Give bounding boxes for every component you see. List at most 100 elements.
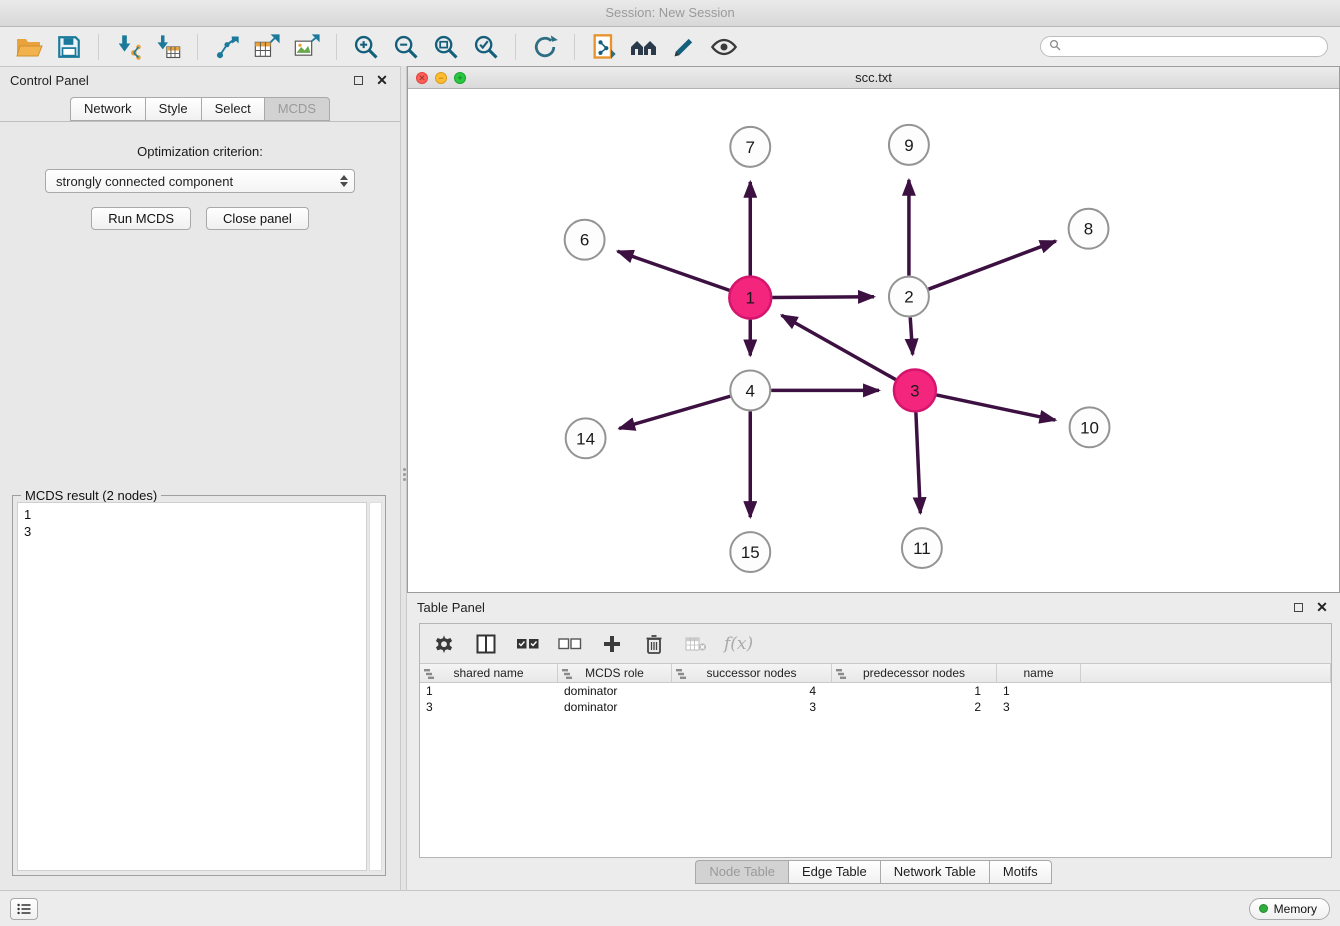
close-table-panel-icon[interactable]: ✕ xyxy=(1314,599,1330,615)
graph-node-3[interactable]: 3 xyxy=(894,369,936,411)
cell-mcds-role[interactable]: dominator xyxy=(558,683,672,699)
edge-1-6[interactable] xyxy=(618,251,730,290)
maximize-window-icon[interactable]: + xyxy=(454,72,466,84)
graph-node-14[interactable]: 14 xyxy=(566,418,606,458)
cell-predecessor-nodes[interactable]: 2 xyxy=(832,699,997,715)
graph-node-1[interactable]: 1 xyxy=(729,277,771,319)
cell-predecessor-nodes[interactable]: 1 xyxy=(832,683,997,699)
sort-icon[interactable] xyxy=(562,668,572,682)
close-window-icon[interactable]: ✕ xyxy=(416,72,428,84)
export-image-icon[interactable] xyxy=(290,31,324,63)
network-canvas[interactable]: 1 2 3 4 6 7 8 9 10 11 14 15 xyxy=(408,89,1339,592)
cell-mcds-role[interactable]: dominator xyxy=(558,699,672,715)
graph-node-2[interactable]: 2 xyxy=(889,277,929,317)
graph-node-15[interactable]: 15 xyxy=(730,532,770,572)
search-icon xyxy=(1049,38,1061,56)
close-panel-icon[interactable]: ✕ xyxy=(374,72,390,88)
tab-mcds[interactable]: MCDS xyxy=(264,97,330,121)
tab-style[interactable]: Style xyxy=(145,97,201,121)
tab-network[interactable]: Network xyxy=(70,97,145,121)
cell-name[interactable]: 3 xyxy=(997,699,1081,715)
column-header-successor-nodes[interactable]: successor nodes xyxy=(672,664,832,682)
status-bar: Memory xyxy=(0,890,1340,926)
criterion-dropdown[interactable]: strongly connected component xyxy=(45,169,355,193)
svg-text:9: 9 xyxy=(904,136,913,155)
zoom-in-icon[interactable] xyxy=(349,31,383,63)
edge-3-10[interactable] xyxy=(936,395,1055,420)
tab-edge-table[interactable]: Edge Table xyxy=(788,860,880,884)
sort-icon[interactable] xyxy=(676,668,686,682)
float-panel-icon[interactable] xyxy=(350,72,366,88)
graph-node-10[interactable]: 10 xyxy=(1070,407,1110,447)
table-row[interactable]: 1 dominator 4 1 1 xyxy=(420,683,1331,699)
float-table-panel-icon[interactable] xyxy=(1290,599,1306,615)
show-panel-list-icon[interactable] xyxy=(10,898,38,920)
edge-3-1[interactable] xyxy=(782,315,896,379)
cell-successor-nodes[interactable]: 3 xyxy=(672,699,832,715)
mcds-result-list[interactable]: 1 3 xyxy=(17,502,367,871)
cell-successor-nodes[interactable]: 4 xyxy=(672,683,832,699)
run-mcds-button[interactable]: Run MCDS xyxy=(91,207,191,230)
column-header-name[interactable]: name xyxy=(997,664,1081,682)
splitter-handle[interactable] xyxy=(402,466,406,483)
search-box[interactable] xyxy=(1040,36,1328,57)
graph-node-11[interactable]: 11 xyxy=(902,528,942,568)
sort-icon[interactable] xyxy=(836,668,846,682)
export-table-icon[interactable] xyxy=(250,31,284,63)
network-snapshot-icon[interactable] xyxy=(587,31,621,63)
graph-node-9[interactable]: 9 xyxy=(889,125,929,165)
graph-node-7[interactable]: 7 xyxy=(730,127,770,167)
svg-text:8: 8 xyxy=(1084,220,1093,239)
column-header-mcds-role[interactable]: MCDS role xyxy=(558,664,672,682)
close-panel-button[interactable]: Close panel xyxy=(206,207,309,230)
vertical-splitter[interactable] xyxy=(400,66,407,890)
show-column-icon[interactable] xyxy=(472,630,500,658)
import-network-icon[interactable] xyxy=(111,31,145,63)
graph-node-6[interactable]: 6 xyxy=(565,220,605,260)
zoom-out-icon[interactable] xyxy=(389,31,423,63)
annotation-pen-icon[interactable] xyxy=(667,31,701,63)
network-window-titlebar[interactable]: ✕ − + scc.txt xyxy=(408,67,1339,89)
delete-column-trash-icon[interactable] xyxy=(640,630,668,658)
mcds-result-item[interactable]: 3 xyxy=(24,523,360,540)
tab-motifs[interactable]: Motifs xyxy=(989,860,1052,884)
edge-1-2[interactable] xyxy=(772,297,874,298)
result-scrollbar[interactable] xyxy=(369,502,382,871)
column-header-predecessor-nodes[interactable]: predecessor nodes xyxy=(832,664,997,682)
first-neighbors-icon[interactable] xyxy=(627,31,661,63)
network-graph-svg: 1 2 3 4 6 7 8 9 10 11 14 15 xyxy=(408,89,1339,592)
create-column-plus-icon[interactable] xyxy=(598,630,626,658)
tab-node-table[interactable]: Node Table xyxy=(695,860,788,884)
column-header-filler xyxy=(1081,664,1331,682)
cell-shared-name[interactable]: 1 xyxy=(420,683,558,699)
graph-node-4[interactable]: 4 xyxy=(730,370,770,410)
tab-select[interactable]: Select xyxy=(201,97,264,121)
sort-icon[interactable] xyxy=(424,668,434,682)
tab-network-table[interactable]: Network Table xyxy=(880,860,989,884)
column-header-shared-name[interactable]: shared name xyxy=(420,664,558,682)
cell-shared-name[interactable]: 3 xyxy=(420,699,558,715)
edge-2-3[interactable] xyxy=(910,318,912,355)
minimize-window-icon[interactable]: − xyxy=(435,72,447,84)
zoom-fit-icon[interactable] xyxy=(429,31,463,63)
edge-3-11[interactable] xyxy=(916,412,920,513)
mcds-result-item[interactable]: 1 xyxy=(24,506,360,523)
edge-4-14[interactable] xyxy=(619,396,730,428)
memory-button[interactable]: Memory xyxy=(1249,898,1330,920)
edge-2-8[interactable] xyxy=(929,241,1056,289)
open-session-icon[interactable] xyxy=(12,31,46,63)
show-hide-eye-icon[interactable] xyxy=(707,31,741,63)
refresh-layout-icon[interactable] xyxy=(528,31,562,63)
table-row[interactable]: 3 dominator 3 2 3 xyxy=(420,699,1331,715)
save-session-icon[interactable] xyxy=(52,31,86,63)
graph-node-8[interactable]: 8 xyxy=(1069,209,1109,249)
table-settings-gear-icon[interactable] xyxy=(430,630,458,658)
zoom-selected-icon[interactable] xyxy=(469,31,503,63)
deselect-all-columns-icon[interactable] xyxy=(556,630,584,658)
import-table-icon[interactable] xyxy=(151,31,185,63)
cell-name[interactable]: 1 xyxy=(997,683,1081,699)
window-titlebar: Session: New Session xyxy=(0,0,1340,27)
select-all-columns-icon[interactable] xyxy=(514,630,542,658)
export-network-icon[interactable] xyxy=(210,31,244,63)
search-input[interactable] xyxy=(1067,40,1319,54)
